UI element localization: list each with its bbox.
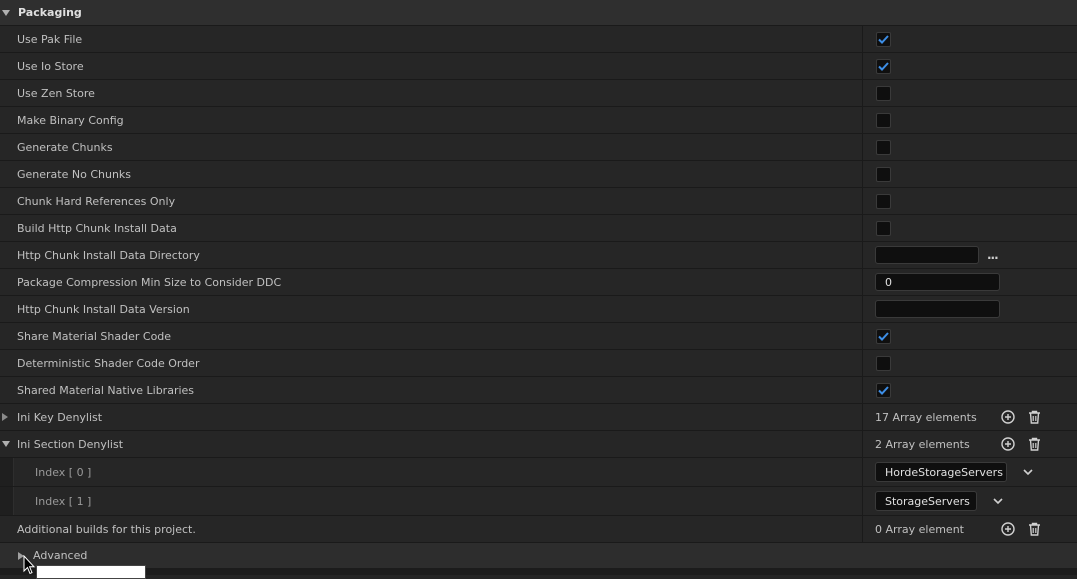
http-chunk-version-input[interactable] bbox=[875, 300, 1000, 318]
property-label: Http Chunk Install Data Version bbox=[17, 302, 190, 316]
row-generate-no-chunks: Generate No Chunks bbox=[0, 161, 1077, 188]
array-element-row: Index [ 1 ] StorageServers bbox=[0, 487, 1077, 516]
add-element-icon[interactable] bbox=[999, 431, 1017, 457]
property-label: Make Binary Config bbox=[17, 113, 124, 127]
trash-icon[interactable] bbox=[1025, 404, 1043, 430]
row-use-io-store: Use Io Store bbox=[0, 53, 1077, 80]
row-make-binary-config: Make Binary Config bbox=[0, 107, 1077, 134]
array-element-row: Index [ 0 ] HordeStorageServers bbox=[0, 458, 1077, 487]
http-chunk-directory-input[interactable] bbox=[875, 246, 979, 264]
collapse-arrow-icon[interactable] bbox=[2, 9, 10, 16]
checkmark-icon bbox=[878, 61, 889, 71]
collapse-arrow-icon[interactable] bbox=[2, 431, 10, 457]
property-label: Use Zen Store bbox=[17, 86, 95, 100]
property-label: Additional builds for this project. bbox=[17, 522, 196, 536]
row-http-chunk-directory: Http Chunk Install Data Directory ... bbox=[0, 242, 1077, 269]
property-label: Ini Key Denylist bbox=[17, 410, 103, 424]
use-pak-file-checkbox[interactable] bbox=[876, 31, 891, 47]
generate-chunks-checkbox[interactable] bbox=[876, 139, 891, 155]
row-shared-native-libraries: Shared Material Native Libraries bbox=[0, 377, 1077, 404]
build-http-chunk-checkbox[interactable] bbox=[876, 220, 891, 236]
checkmark-icon bbox=[878, 34, 889, 44]
use-io-store-checkbox[interactable] bbox=[876, 58, 891, 74]
property-label: Ini Section Denylist bbox=[17, 437, 124, 451]
property-label: Generate No Chunks bbox=[17, 167, 132, 181]
tooltip-popup bbox=[36, 565, 146, 579]
add-element-icon[interactable] bbox=[999, 404, 1017, 430]
property-label: Shared Material Native Libraries bbox=[17, 383, 195, 397]
section-header-packaging[interactable]: Packaging bbox=[0, 0, 1077, 26]
advanced-toggle[interactable]: Advanced bbox=[0, 543, 1077, 569]
property-label: Share Material Shader Code bbox=[17, 329, 172, 343]
property-label: Chunk Hard References Only bbox=[17, 194, 176, 208]
mouse-cursor-icon bbox=[23, 555, 35, 575]
property-label: Http Chunk Install Data Directory bbox=[17, 248, 200, 262]
row-additional-builds: Additional builds for this project. 0 Ar… bbox=[0, 516, 1077, 543]
row-chunk-hard-references: Chunk Hard References Only bbox=[0, 188, 1077, 215]
property-label: Use Pak File bbox=[17, 32, 83, 46]
row-use-pak-file: Use Pak File bbox=[0, 26, 1077, 53]
chunk-hard-references-checkbox[interactable] bbox=[876, 193, 891, 209]
make-binary-config-checkbox[interactable] bbox=[876, 112, 891, 128]
share-material-shader-checkbox[interactable] bbox=[876, 328, 891, 344]
row-deterministic-shader: Deterministic Shader Code Order bbox=[0, 350, 1077, 377]
row-share-material-shader: Share Material Shader Code bbox=[0, 323, 1077, 350]
package-compression-min-input[interactable]: 0 bbox=[875, 273, 1000, 291]
index-label: Index [ 0 ] bbox=[35, 465, 92, 479]
row-generate-chunks: Generate Chunks bbox=[0, 134, 1077, 161]
trash-icon[interactable] bbox=[1025, 431, 1043, 457]
row-build-http-chunk: Build Http Chunk Install Data bbox=[0, 215, 1077, 242]
use-zen-store-checkbox[interactable] bbox=[876, 85, 891, 101]
element-value-input[interactable]: StorageServers bbox=[875, 491, 977, 511]
deterministic-shader-checkbox[interactable] bbox=[876, 355, 891, 371]
trash-icon[interactable] bbox=[1025, 516, 1043, 542]
property-label: Generate Chunks bbox=[17, 140, 113, 154]
section-title: Packaging bbox=[18, 6, 82, 19]
browse-button[interactable]: ... bbox=[987, 248, 999, 262]
row-ini-section-denylist: Ini Section Denylist 2 Array elements bbox=[0, 431, 1077, 458]
row-package-compression-min: Package Compression Min Size to Consider… bbox=[0, 269, 1077, 296]
property-label: Package Compression Min Size to Consider… bbox=[17, 275, 282, 289]
shared-native-libraries-checkbox[interactable] bbox=[876, 382, 891, 398]
expand-arrow-icon[interactable] bbox=[2, 404, 8, 430]
array-count: 17 Array elements bbox=[875, 410, 977, 424]
element-value-input[interactable]: HordeStorageServers bbox=[875, 462, 1007, 482]
generate-no-chunks-checkbox[interactable] bbox=[876, 166, 891, 182]
property-label: Use Io Store bbox=[17, 59, 84, 73]
add-element-icon[interactable] bbox=[999, 516, 1017, 542]
index-label: Index [ 1 ] bbox=[35, 494, 92, 508]
checkmark-icon bbox=[878, 385, 889, 395]
property-label: Deterministic Shader Code Order bbox=[17, 356, 200, 370]
property-label: Build Http Chunk Install Data bbox=[17, 221, 177, 235]
checkmark-icon bbox=[878, 331, 889, 341]
row-use-zen-store: Use Zen Store bbox=[0, 80, 1077, 107]
array-count: 0 Array element bbox=[875, 522, 964, 536]
chevron-down-icon[interactable] bbox=[1019, 458, 1037, 486]
row-ini-key-denylist: Ini Key Denylist 17 Array elements bbox=[0, 404, 1077, 431]
row-http-chunk-version: Http Chunk Install Data Version bbox=[0, 296, 1077, 323]
chevron-down-icon[interactable] bbox=[989, 487, 1007, 515]
array-count: 2 Array elements bbox=[875, 437, 970, 451]
